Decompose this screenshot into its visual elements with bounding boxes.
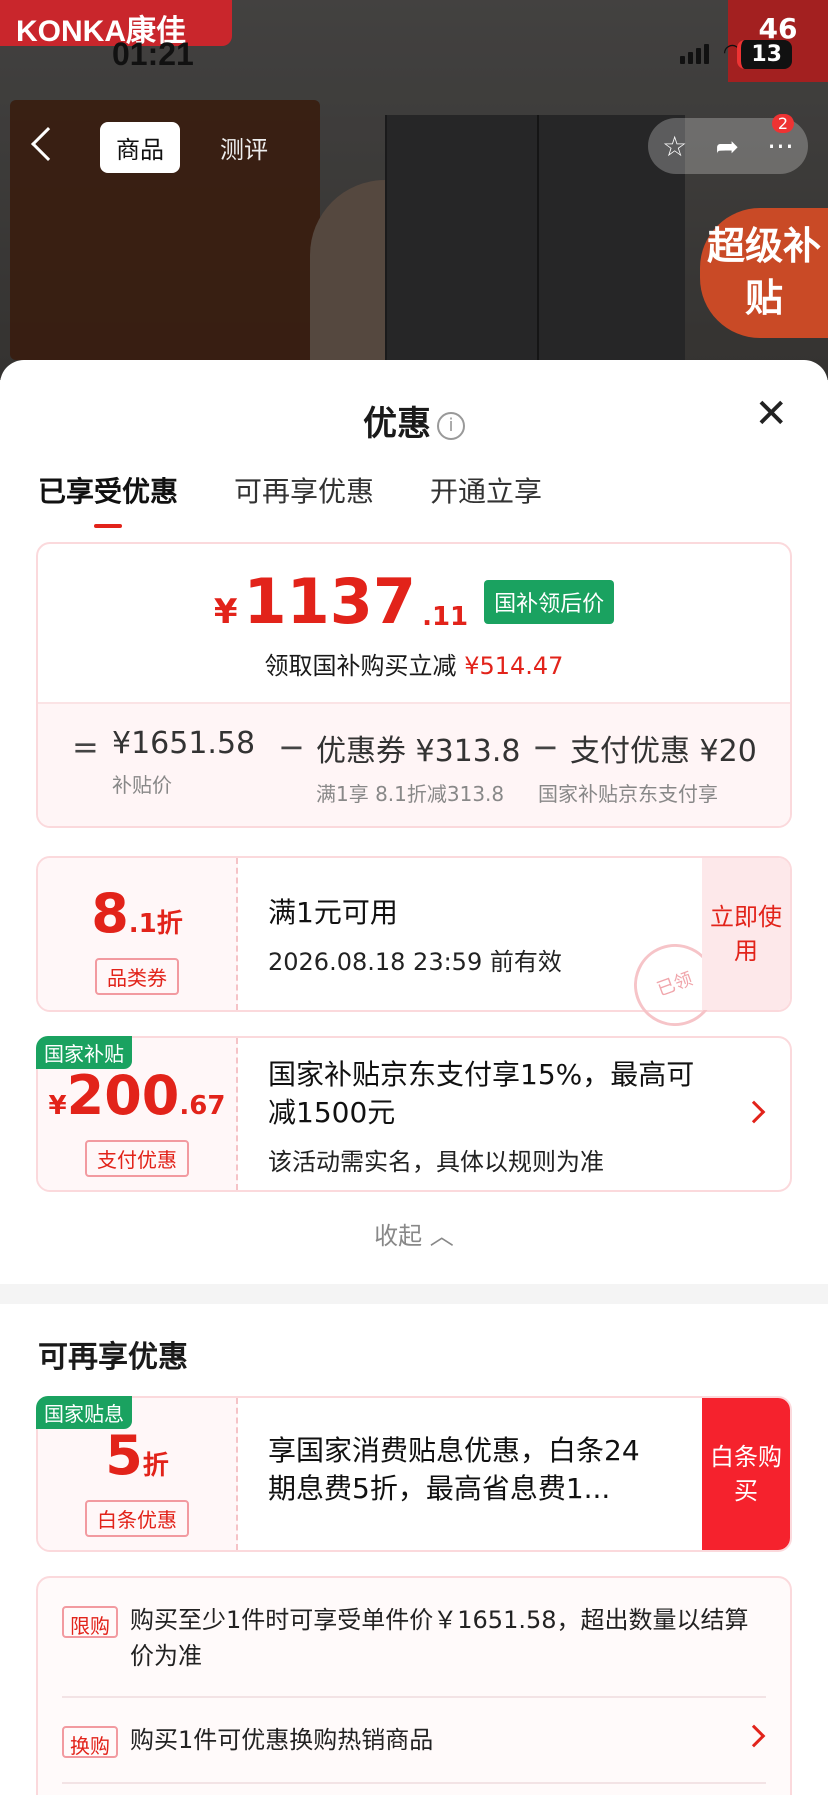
- minus-sign: −: [278, 728, 305, 766]
- payment-discount-note: 该活动需实名，具体以规则为准: [268, 1148, 604, 1176]
- close-icon[interactable]: ✕: [754, 394, 788, 434]
- more-icon[interactable]: ···: [767, 130, 794, 163]
- payment-discount-detail: 国家补贴京东支付享: [538, 782, 718, 806]
- tab-enjoyed[interactable]: 已享受优惠: [38, 470, 178, 528]
- tab-activate[interactable]: 开通立享: [430, 470, 542, 510]
- sheet-title-text: 优惠: [363, 404, 431, 444]
- coupon-discount: 8.1折: [91, 882, 183, 945]
- tab-more-available[interactable]: 可再享优惠: [234, 470, 374, 510]
- use-now-button[interactable]: 立即使用: [702, 858, 790, 1010]
- price-breakdown: = ¥1651.58 补贴价 − 优惠券 ¥313.8 满1享 8.1折减313…: [38, 704, 790, 826]
- discount-sheet: 优惠 i ✕ 已享受优惠 可再享优惠 开通立享 ¥ 1137 .11 国补领后价 …: [0, 360, 828, 1795]
- status-time: 01:21: [112, 36, 194, 72]
- subsidy-reduction-line: 领取国补购买立减 ¥514.47: [38, 646, 790, 681]
- subsidy-price: ¥1651.58: [112, 726, 256, 761]
- payment-discount: 支付优惠 ¥20: [570, 734, 757, 769]
- subsidy-price-tag: 国补领后价: [484, 580, 615, 624]
- coupon-info: 享国家消费贴息优惠，白条24期息费5折，最高省息费1...: [268, 1432, 660, 1508]
- rule-text: 购买至少1件时可享受单件价￥1651.58，超出数量以结算价为准: [130, 1606, 749, 1670]
- section-title: 可再享优惠: [38, 1340, 188, 1375]
- category-coupon[interactable]: 8.1折 品类券 满1元可用 2026.08.18 23:59 前有效 已领 立…: [36, 856, 792, 1038]
- price-summary-card: ¥ 1137 .11 国补领后价 领取国补购买立减 ¥514.47 = ¥165…: [36, 542, 792, 828]
- breakdown-item: 支付优惠 ¥20 国家补贴京东支付享: [538, 726, 757, 807]
- chevron-right-icon[interactable]: [742, 1100, 766, 1124]
- status-icons: ◠: [679, 40, 742, 65]
- coupon-type: 支付优惠: [85, 1140, 189, 1177]
- back-icon[interactable]: [31, 127, 65, 161]
- rule-tag: 换购: [62, 1726, 118, 1758]
- baitiao-buy-button[interactable]: 白条购买: [702, 1398, 790, 1550]
- tab-review[interactable]: 测评: [204, 122, 284, 173]
- final-price-int: 1137: [243, 565, 417, 638]
- reduction-value: ¥514.47: [464, 652, 564, 680]
- share-icon[interactable]: ➦: [715, 130, 738, 163]
- rule-tag: 限购: [62, 1606, 118, 1638]
- rule-exchange[interactable]: 换购 购买1件可优惠换购热销商品: [62, 1722, 766, 1758]
- rule-divider: [62, 1696, 766, 1698]
- rule-limit: 限购 购买至少1件时可享受单件价￥1651.58，超出数量以结算价为准: [62, 1602, 766, 1674]
- breakdown-item: 优惠券 ¥313.8 满1享 8.1折减313.8: [316, 726, 521, 807]
- purchase-rules: 限购 购买至少1件时可享受单件价￥1651.58，超出数量以结算价为准 换购 购…: [36, 1576, 792, 1795]
- info-icon[interactable]: i: [437, 411, 465, 440]
- coupon-detail: 满1享 8.1折减313.8: [316, 782, 505, 806]
- payment-discount-title: 国家补贴京东支付享15%，最高可减1500元: [268, 1058, 695, 1129]
- baitiao-description: 享国家消费贴息优惠，白条24期息费5折，最高省息费1...: [268, 1434, 640, 1505]
- coupon-type: 白条优惠: [85, 1500, 189, 1537]
- star-icon[interactable]: ☆: [662, 130, 687, 163]
- coupon-condition: 满1元可用: [268, 896, 398, 929]
- coupon-value-area: 8.1折 品类券: [38, 858, 238, 1010]
- rule-text: 购买1件可优惠换购热销商品: [130, 1726, 434, 1754]
- nav-actions: ☆ ➦ ··· 2: [648, 114, 808, 174]
- coupon-amount: 优惠券 ¥313.8: [316, 734, 521, 769]
- section-divider: [0, 1284, 828, 1304]
- coupon-type: 品类券: [95, 958, 179, 995]
- rule-divider: [62, 1782, 766, 1784]
- subsidy-price-label: 补贴价: [112, 773, 172, 797]
- tab-product[interactable]: 商品: [100, 122, 180, 173]
- coupon-expiry: 2026.08.18 23:59 前有效: [268, 948, 562, 976]
- collapse-button[interactable]: 收起 ︿: [0, 1216, 828, 1251]
- battery-indicator: 13: [737, 40, 792, 69]
- signal-icon: [679, 42, 709, 64]
- coupon-info: 国家补贴京东支付享15%，最高可减1500元 该活动需实名，具体以规则为准: [268, 1056, 720, 1177]
- national-subsidy-tag: 国家补贴: [36, 1036, 132, 1069]
- baitiao-coupon[interactable]: 5折 白条优惠 国家贴息 享国家消费贴息优惠，白条24期息费5折，最高省息费1.…: [36, 1396, 792, 1552]
- top-nav: 商品 测评 ☆ ➦ ··· 2: [0, 114, 828, 178]
- super-subsidy-badge[interactable]: 超级补贴: [700, 208, 828, 338]
- interest-subsidy-tag: 国家贴息: [36, 1396, 132, 1429]
- payment-discount-card[interactable]: ¥200.67 支付优惠 国家补贴 国家补贴京东支付享15%，最高可减1500元…: [36, 1036, 792, 1192]
- equals-sign: =: [72, 728, 99, 766]
- discount-tabs: 已享受优惠 可再享优惠 开通立享: [38, 470, 542, 528]
- breakdown-item: ¥1651.58 补贴价: [112, 726, 255, 798]
- reduction-label: 领取国补购买立减: [264, 652, 457, 680]
- final-price-dec: .11: [422, 602, 469, 632]
- notification-count: 2: [771, 114, 794, 133]
- coupon-info: 满1元可用 2026.08.18 23:59 前有效: [268, 894, 690, 977]
- currency-symbol: ¥: [213, 592, 238, 632]
- sheet-title: 优惠 i: [0, 396, 828, 445]
